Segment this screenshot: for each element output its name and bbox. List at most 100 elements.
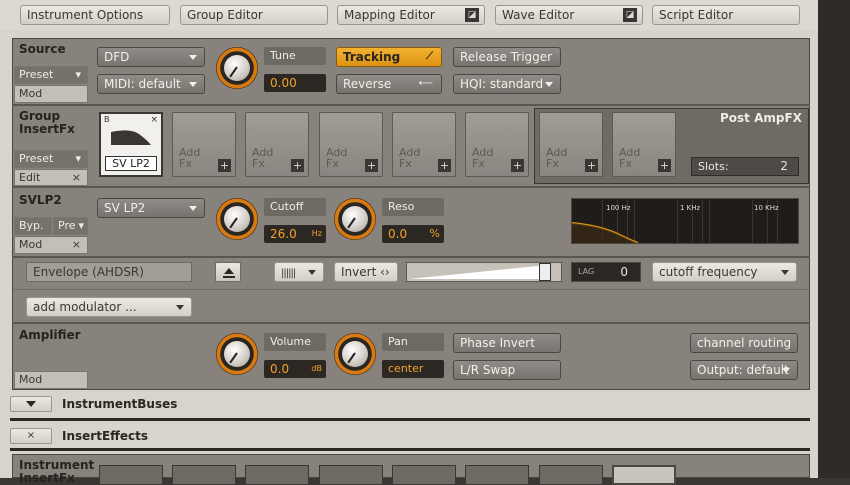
tab-group-editor[interactable]: Group Editor bbox=[180, 5, 328, 25]
plus-icon[interactable]: + bbox=[218, 159, 231, 172]
cutoff-value[interactable]: 26.0 Hz bbox=[264, 225, 326, 243]
chevron-down-icon: ▾ bbox=[75, 68, 81, 81]
insert-fx-slot[interactable] bbox=[99, 465, 163, 485]
filter-curve bbox=[572, 222, 639, 243]
midi-select[interactable]: MIDI: default bbox=[97, 74, 205, 94]
fx-on-indicator[interactable]: B bbox=[104, 115, 110, 124]
insert-fx-slot-active[interactable] bbox=[612, 465, 676, 485]
plus-icon[interactable]: + bbox=[291, 159, 304, 172]
group-fx-edit-tab[interactable]: Edit × bbox=[14, 169, 88, 186]
source-mode-select[interactable]: DFD bbox=[97, 47, 205, 67]
expand-icon[interactable]: ◪ bbox=[465, 8, 479, 22]
slots-field[interactable]: Slots: 2 bbox=[691, 157, 799, 176]
plus-icon[interactable]: + bbox=[438, 159, 451, 172]
amp-mod-tab[interactable]: Mod bbox=[14, 371, 88, 389]
add-fx-label: Add Fx bbox=[619, 147, 640, 169]
post-add-fx-slot[interactable]: Add Fx + bbox=[612, 112, 676, 177]
source-preset-menu[interactable]: Preset ▾ bbox=[14, 66, 88, 84]
mod-amount-slider[interactable] bbox=[406, 262, 562, 282]
reverse-button[interactable]: Reverse ⟵ bbox=[336, 74, 442, 94]
phase-invert-button[interactable]: Phase Invert bbox=[453, 333, 561, 353]
slider-handle[interactable] bbox=[539, 263, 552, 281]
channel-routing-button[interactable]: channel routing bbox=[690, 333, 798, 353]
add-fx-label: Add Fx bbox=[179, 147, 200, 169]
lag-field[interactable]: LAG 0 bbox=[571, 262, 641, 282]
bypass-button[interactable]: Byp. bbox=[14, 217, 52, 235]
close-icon[interactable]: × bbox=[72, 237, 81, 253]
mod-shape-select[interactable]: |||||| bbox=[274, 262, 324, 282]
tracking-button[interactable]: Tracking ⟋ bbox=[336, 47, 442, 67]
pre-menu[interactable]: Pre ▾ bbox=[53, 217, 88, 235]
lr-swap-button[interactable]: L/R Swap bbox=[453, 360, 561, 380]
plus-icon[interactable]: + bbox=[658, 159, 671, 172]
volume-value[interactable]: 0.0 dB bbox=[264, 360, 326, 378]
add-fx-label: Add Fx bbox=[252, 147, 273, 169]
expand-icon[interactable]: ◪ bbox=[623, 8, 637, 22]
volume-knob[interactable] bbox=[216, 333, 258, 375]
release-trigger-button[interactable]: Release Trigger bbox=[453, 47, 561, 67]
add-fx-slot[interactable]: Add Fx + bbox=[319, 112, 383, 177]
add-fx-slot[interactable]: Add Fx + bbox=[465, 112, 529, 177]
preset-label: Preset bbox=[19, 152, 54, 165]
hqi-select[interactable]: HQI: standard bbox=[453, 74, 561, 94]
add-fx-slot[interactable]: Add Fx + bbox=[172, 112, 236, 177]
group-fx-preset-menu[interactable]: Preset ▾ bbox=[14, 150, 88, 168]
reso-knob[interactable] bbox=[334, 198, 376, 240]
tune-value[interactable]: 0.00 bbox=[264, 74, 326, 92]
insert-effects-header[interactable]: × InsertEffects bbox=[10, 428, 810, 445]
fx-text: Fx bbox=[399, 157, 412, 170]
volume-unit: dB bbox=[311, 364, 322, 373]
tab-mapping-editor[interactable]: Mapping Editor ◪ bbox=[337, 5, 485, 25]
title-line: InsertFx bbox=[19, 122, 75, 136]
post-add-fx-slot[interactable]: Add Fx + bbox=[539, 112, 603, 177]
insert-fx-slot[interactable] bbox=[465, 465, 529, 485]
instrument-buses-header[interactable]: InstrumentBuses bbox=[10, 396, 810, 413]
source-mod-tab[interactable]: Mod bbox=[14, 85, 88, 103]
fx-slot-sv-lp2[interactable]: B × SV LP2 bbox=[99, 112, 163, 177]
insert-fx-slot[interactable] bbox=[392, 465, 456, 485]
title-line: Group bbox=[19, 109, 61, 123]
expand-button[interactable] bbox=[10, 396, 52, 412]
close-icon[interactable]: × bbox=[72, 170, 81, 186]
tab-wave-editor[interactable]: Wave Editor ◪ bbox=[495, 5, 643, 25]
insert-fx-slot[interactable] bbox=[319, 465, 383, 485]
insert-fx-slot[interactable] bbox=[172, 465, 236, 485]
tab-script-editor[interactable]: Script Editor bbox=[652, 5, 800, 25]
volume-label: Volume bbox=[264, 333, 326, 351]
reso-value[interactable]: 0.0% bbox=[382, 225, 444, 243]
add-fx-label: Add Fx bbox=[326, 147, 347, 169]
tune-label: Tune bbox=[264, 47, 326, 65]
section-separator bbox=[10, 448, 810, 451]
collapse-button[interactable] bbox=[215, 262, 241, 282]
close-button[interactable]: × bbox=[10, 428, 52, 444]
add-fx-slot[interactable]: Add Fx + bbox=[245, 112, 309, 177]
pan-knob[interactable] bbox=[334, 333, 376, 375]
mod-target-select[interactable]: cutoff frequency bbox=[652, 262, 797, 282]
invert-button[interactable]: Invert ‹› bbox=[334, 262, 398, 282]
plus-icon[interactable]: + bbox=[511, 159, 524, 172]
reso-unit: % bbox=[429, 227, 440, 240]
chevron-down-icon: ▾ bbox=[78, 219, 84, 232]
add-fx-slot[interactable]: Add Fx + bbox=[392, 112, 456, 177]
insert-fx-slot[interactable] bbox=[539, 465, 603, 485]
cutoff-unit: Hz bbox=[311, 229, 322, 238]
fx-slot-label: SV LP2 bbox=[105, 156, 157, 171]
tab-instrument-options[interactable]: Instrument Options bbox=[20, 5, 170, 25]
tune-knob[interactable] bbox=[216, 47, 258, 89]
tab-label: Mapping Editor bbox=[344, 8, 435, 22]
filter-type-select[interactable]: SV LP2 bbox=[97, 198, 205, 218]
plus-icon[interactable]: + bbox=[585, 159, 598, 172]
plus-icon[interactable]: + bbox=[365, 159, 378, 172]
add-modulator-select[interactable]: add modulator ... bbox=[26, 297, 192, 317]
svlp2-title: SVLP2 bbox=[19, 193, 62, 207]
arrow-left-icon: ⟵ bbox=[418, 78, 433, 89]
fx-text: Fx bbox=[326, 157, 339, 170]
cutoff-knob[interactable] bbox=[216, 198, 258, 240]
envelope-source[interactable]: Envelope (AHDSR) bbox=[26, 262, 192, 282]
insert-fx-slot[interactable] bbox=[245, 465, 309, 485]
output-select[interactable]: Output: default bbox=[690, 360, 798, 380]
side-scrollbar[interactable] bbox=[818, 0, 850, 478]
close-icon[interactable]: × bbox=[150, 115, 158, 125]
svlp2-mod-tab[interactable]: Mod × bbox=[14, 236, 88, 254]
pan-value[interactable]: center bbox=[382, 360, 444, 378]
